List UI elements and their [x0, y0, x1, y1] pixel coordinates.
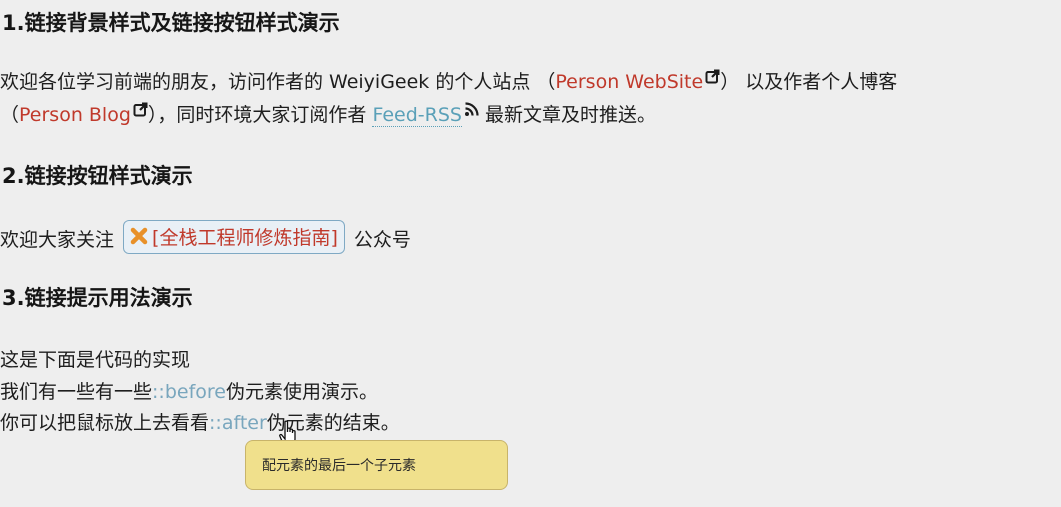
section1-line1: 欢迎各位学习前端的朋友，访问作者的 WeiyiGeek 的个人站点 （Perso…	[0, 67, 897, 94]
before-pseudo-link[interactable]: ::before	[152, 381, 226, 403]
close-x-icon	[130, 227, 148, 250]
section3-heading: 3.链接提示用法演示	[2, 286, 193, 310]
section2-line: 欢迎大家关注 [全栈工程师修炼指南] 公众号	[0, 220, 411, 256]
section1-line2-suffix: 最新文章及时推送。	[478, 104, 657, 126]
section1-heading: 1.链接背景样式及链接按钮样式演示	[2, 11, 340, 35]
wechat-account-button[interactable]: [全栈工程师修炼指南]	[123, 220, 345, 254]
after-pseudo-link[interactable]: ::after	[209, 412, 267, 434]
blog-link-label: Person Blog	[19, 104, 131, 126]
wechat-account-button-label: [全栈工程师修炼指南]	[152, 227, 338, 249]
section1-line2: （Person Blog ），同时环境大家订阅作者 Feed-RSS 最新文章及时…	[0, 100, 656, 127]
personal-site-link-label: Person WebSite	[555, 71, 704, 93]
section3-line3: 你可以把鼠标放上去看看::after伪元素的结束。	[0, 408, 400, 435]
after-tooltip-text: 配元素的最后一个子元素	[262, 458, 416, 474]
section3-line3-prefix: 你可以把鼠标放上去看看	[0, 412, 210, 434]
section3-line2-prefix: 我们有一些有一些	[0, 381, 153, 403]
section3-line2-suffix: 伪元素使用演示。	[225, 381, 378, 403]
section1-line1-prefix: 欢迎各位学习前端的朋友，访问作者的 WeiyiGeek 的个人站点 （	[0, 71, 556, 93]
section1-line1-suffix: ） 以及作者个人博客	[720, 71, 898, 93]
section3-line2: 我们有一些有一些::before伪元素使用演示。	[0, 377, 378, 404]
external-link-icon	[133, 100, 148, 122]
after-tooltip: 配元素的最后一个子元素	[245, 440, 508, 490]
section2-heading: 2.链接按钮样式演示	[2, 164, 193, 188]
section1-line2-prefix: （	[0, 104, 20, 126]
section3-line1: 这是下面是代码的实现	[0, 349, 191, 371]
section2-suffix: 公众号	[347, 229, 411, 251]
section1-line2-mid: ），同时环境大家订阅作者	[147, 104, 373, 126]
personal-site-link[interactable]: Person WebSite	[555, 69, 720, 93]
external-link-icon	[705, 67, 720, 89]
blog-link[interactable]: Person Blog	[19, 102, 148, 126]
rss-icon	[464, 100, 479, 122]
section2-prefix: 欢迎大家关注	[0, 229, 121, 251]
feed-rss-link[interactable]: Feed-RSS	[372, 104, 462, 127]
